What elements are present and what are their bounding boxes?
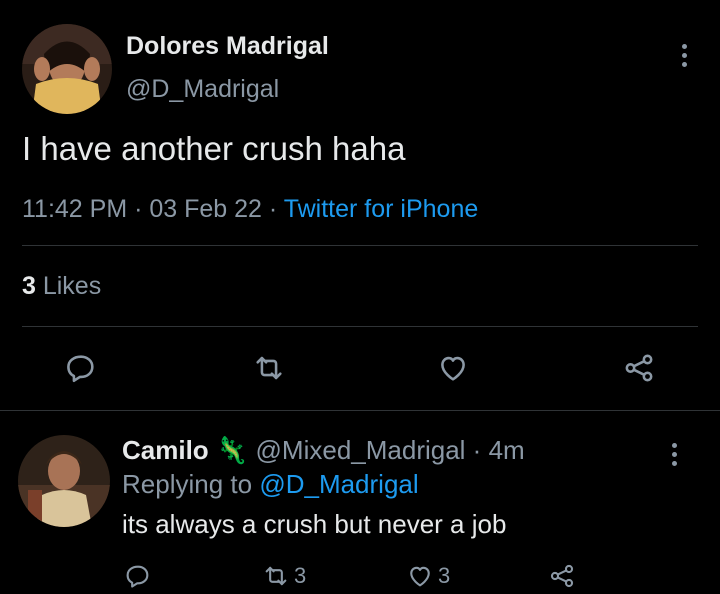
reply-icon (126, 565, 149, 588)
retweet-icon (256, 356, 282, 380)
more-vertical-icon[interactable] (674, 40, 694, 72)
tweet-date: 03 Feb 22 (149, 195, 262, 223)
likes-label: Likes (35, 272, 102, 300)
reply-reply-button[interactable] (124, 561, 152, 591)
divider (22, 326, 698, 327)
author-handle[interactable]: @D_Madrigal (126, 75, 279, 104)
reply-button[interactable] (64, 351, 98, 385)
reply-share-button[interactable] (548, 561, 576, 591)
author-avatar[interactable] (22, 24, 112, 114)
tweet-source-link[interactable]: Twitter for iPhone (284, 195, 479, 223)
retweet-button[interactable] (252, 351, 286, 385)
reply-header: Camilo 🦎 @Mixed_Madrigal · 4m (122, 435, 525, 466)
heart-icon (441, 356, 465, 381)
reply-retweet-count: 3 (294, 563, 307, 588)
like-button[interactable] (436, 351, 470, 385)
lizard-emoji: 🦎 (215, 435, 249, 465)
replying-prefix: Replying to (122, 469, 260, 499)
more-vertical-icon[interactable] (664, 439, 684, 471)
tweet-text: I have another crush haha (22, 130, 406, 167)
retweet-icon (265, 566, 287, 586)
share-icon (625, 354, 653, 382)
likes-count-link[interactable]: 3 Likes (22, 272, 101, 301)
tweet-meta: 11:42 PM · 03 Feb 22 · Twitter for iPhon… (22, 195, 478, 224)
reply-like-count: 3 (438, 563, 451, 588)
replying-to: Replying to @D_Madrigal (122, 469, 419, 500)
reply-author-name[interactable]: Camilo (122, 435, 209, 465)
reply-icon (67, 355, 94, 383)
reply-tweet[interactable]: Camilo 🦎 @Mixed_Madrigal · 4m Replying t… (0, 411, 720, 594)
likes-count: 3 (22, 272, 36, 300)
main-tweet: Dolores Madrigal @D_Madrigal I have anot… (0, 0, 720, 412)
reply-author-avatar[interactable] (18, 435, 110, 527)
author-name[interactable]: Dolores Madrigal (126, 32, 329, 61)
share-icon (550, 564, 574, 588)
meta-separator: · (127, 195, 150, 223)
reply-age: 4m (488, 435, 525, 465)
share-button[interactable] (622, 351, 656, 385)
reply-text: its always a crush but never a job (122, 509, 507, 539)
reply-separator: · (465, 435, 489, 465)
replying-to-mention[interactable]: @D_Madrigal (259, 469, 418, 499)
reply-like-button[interactable]: 3 (406, 561, 450, 591)
heart-icon (410, 566, 430, 587)
reply-author-handle[interactable]: @Mixed_Madrigal (256, 435, 466, 465)
tweet-time: 11:42 PM (22, 195, 128, 223)
reply-retweet-button[interactable]: 3 (262, 561, 306, 591)
divider (22, 245, 698, 246)
meta-separator: · (261, 195, 284, 223)
